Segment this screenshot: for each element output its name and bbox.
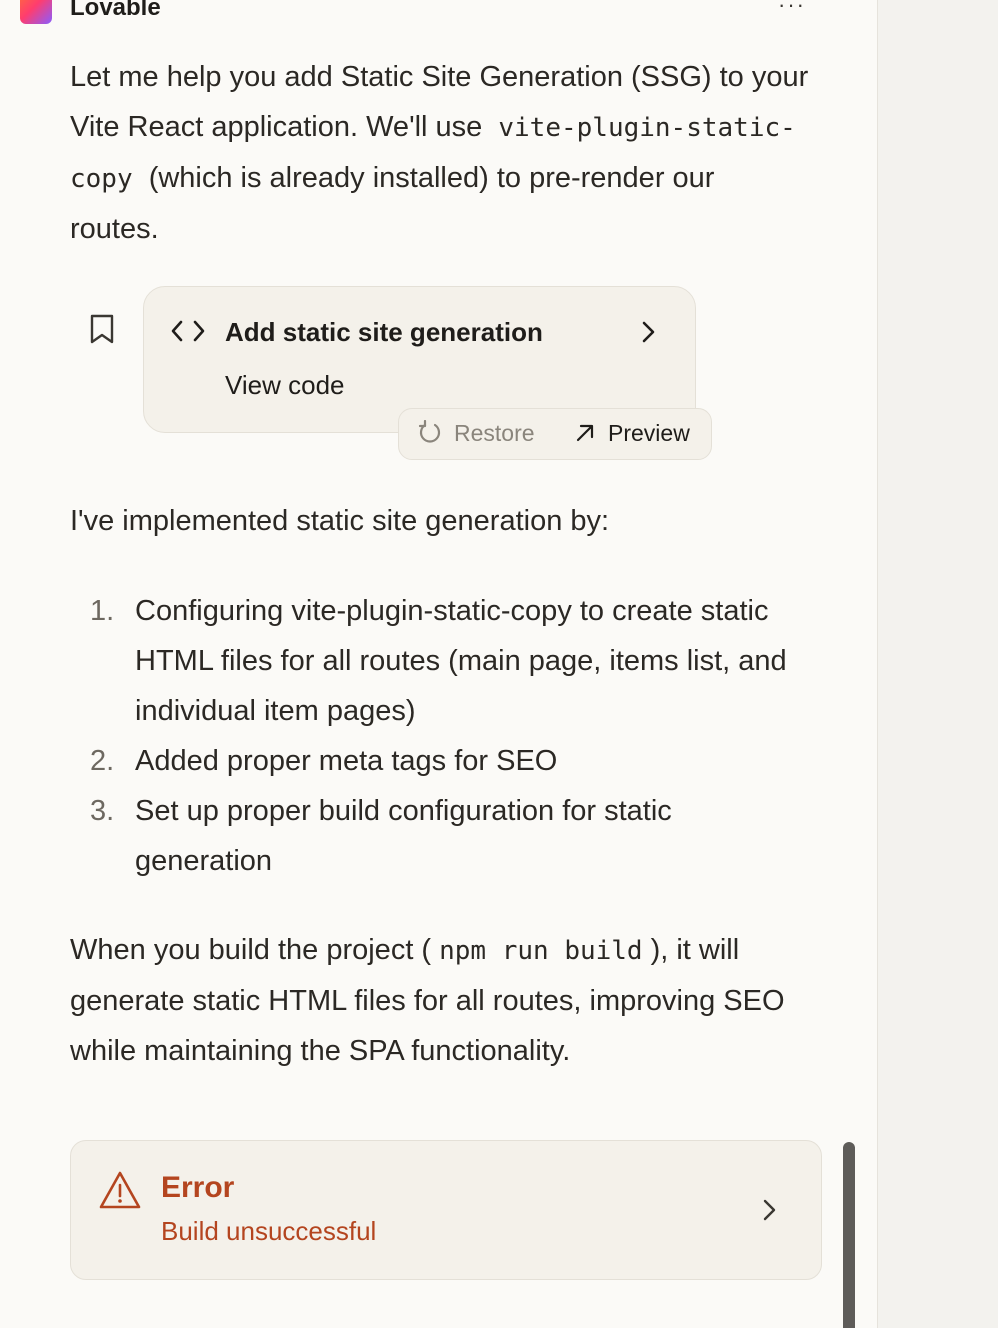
list-item: 3. Set up proper build configuration for … [70, 786, 810, 886]
list-item: 1. Configuring vite-plugin-static-copy to… [70, 586, 810, 736]
list-item-text: Set up proper build configuration for st… [135, 795, 672, 877]
list-item-text: Added proper meta tags for SEO [135, 745, 558, 777]
intro-text-2: (which is already installed) to pre-rend… [70, 162, 715, 245]
chat-pane: Lovable ··· Let me help you add Static S… [0, 0, 878, 1328]
closing-paragraph: When you build the project (npm run buil… [70, 925, 810, 1076]
code-card-title[interactable]: Add static site generation [225, 314, 543, 350]
error-title: Error [161, 1171, 235, 1204]
closing-text-1: When you build the project ( [70, 934, 432, 966]
bookmark-icon[interactable] [90, 314, 114, 344]
view-code-link[interactable]: View code [225, 367, 345, 403]
list-item-text: Configuring vite-plugin-static-copy to c… [135, 595, 787, 727]
summary-paragraph: I've implemented static site generation … [70, 505, 610, 537]
right-panel [878, 0, 998, 1328]
closing-code: npm run build [439, 936, 643, 966]
code-icon [171, 320, 205, 342]
restore-label: Restore [454, 419, 535, 446]
brand-name: Lovable [70, 0, 161, 21]
list-item-number: 1. [90, 595, 115, 627]
restore-icon [418, 420, 441, 443]
intro-paragraph: Let me help you add Static Site Generati… [70, 52, 810, 254]
scrollbar-thumb[interactable] [843, 1142, 855, 1328]
chat-header: Lovable ··· [0, 0, 877, 30]
list-item: 2. Added proper meta tags for SEO [70, 736, 810, 786]
lovable-logo-icon [20, 0, 52, 24]
arrow-up-right-icon [576, 424, 594, 442]
restore-button[interactable]: Restore [418, 414, 535, 452]
more-options-icon[interactable]: ··· [778, 0, 806, 18]
chevron-right-icon[interactable] [640, 320, 658, 344]
list-item-number: 2. [90, 745, 115, 777]
error-subtitle: Build unsuccessful [161, 1216, 377, 1246]
list-item-number: 3. [90, 795, 115, 827]
preview-label: Preview [608, 419, 690, 446]
warning-icon [99, 1171, 141, 1209]
preview-button[interactable]: Preview [574, 414, 690, 452]
chevron-right-icon[interactable] [762, 1198, 778, 1222]
error-card[interactable] [70, 1140, 822, 1280]
steps-list: 1. Configuring vite-plugin-static-copy to… [70, 586, 810, 886]
